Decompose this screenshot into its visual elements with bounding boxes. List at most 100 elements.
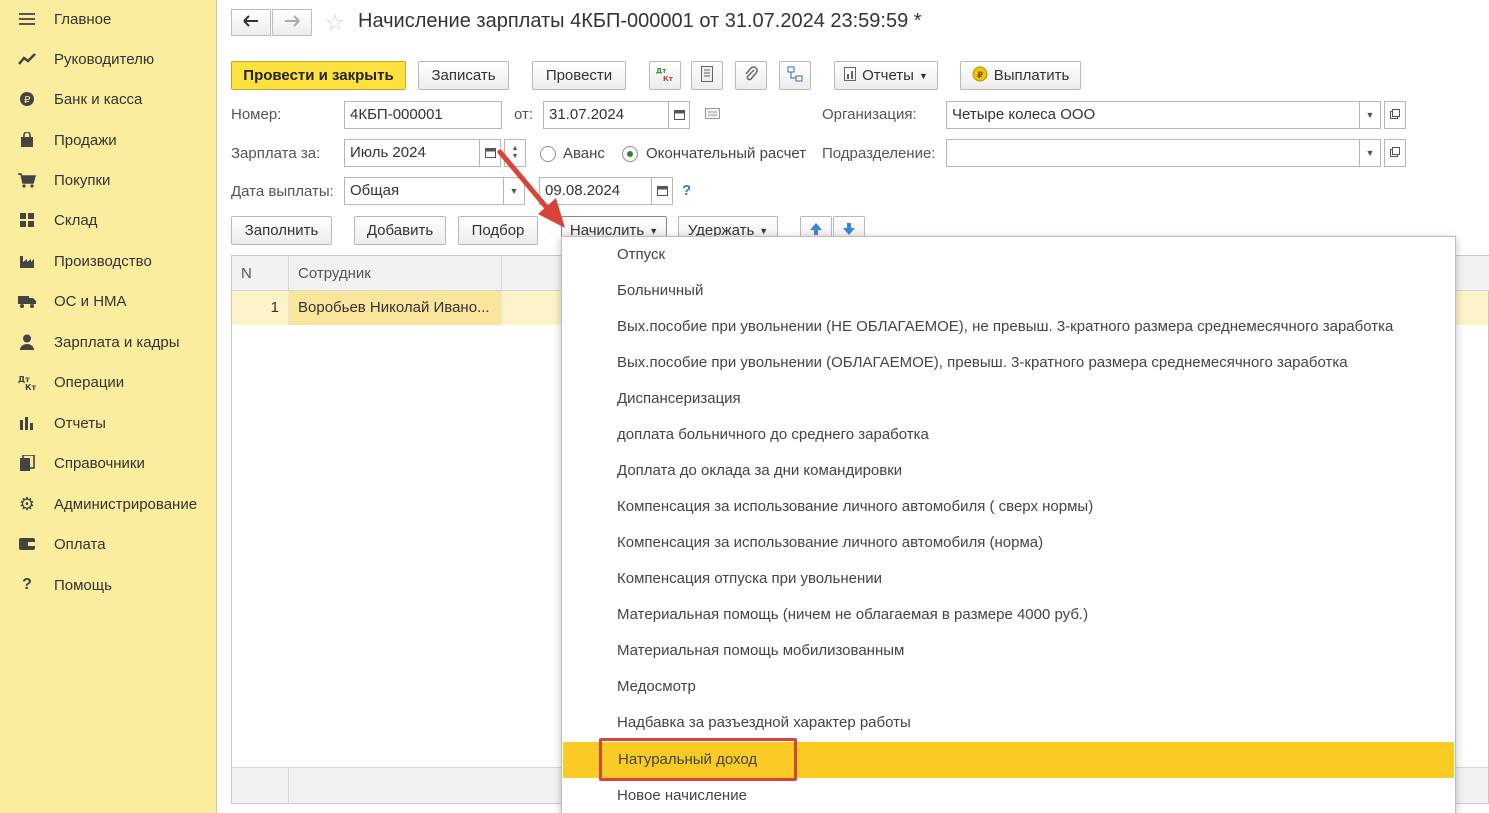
menu-item[interactable]: Новое начисление [562, 778, 1455, 813]
list-icon [701, 65, 713, 86]
sidebar-item-label: Операции [54, 373, 125, 391]
pay-date-mode-dropdown[interactable]: ▼ [503, 177, 525, 205]
dt-kt-button[interactable]: Дт Кт [649, 61, 681, 90]
pay-label: Выплатить [993, 67, 1070, 84]
department-field[interactable] [946, 139, 1360, 167]
sidebar-item-label: Помощь [54, 576, 112, 594]
sidebar-item-reports[interactable]: Отчеты [0, 404, 217, 442]
number-field[interactable]: 4КБП-000001 [344, 101, 502, 129]
sidebar-item-catalogs[interactable]: Справочники [0, 444, 217, 482]
pay-date-mode-field[interactable]: Общая [344, 177, 504, 205]
sidebar-item-label: Склад [54, 211, 98, 229]
organization-open-button[interactable] [1384, 101, 1406, 129]
factory-icon [18, 252, 36, 270]
paperclip-icon [743, 65, 759, 86]
sidebar-item-main[interactable]: Главное [0, 0, 217, 38]
save-button[interactable]: Записать [418, 61, 509, 90]
calendar-button[interactable] [668, 101, 690, 129]
period-stepper[interactable]: ▲ ▼ [504, 139, 526, 167]
final-settlement-label: Окончательный расчет [646, 145, 807, 162]
pay-date-field[interactable]: 09.08.2024 [539, 177, 652, 205]
menu-item[interactable]: Компенсация за использование личного авт… [562, 489, 1455, 525]
menu-item[interactable]: Компенсация отпуска при увольнении [562, 561, 1455, 597]
attach-button[interactable] [735, 61, 767, 90]
structure-button[interactable] [779, 61, 811, 90]
sidebar-item-operations[interactable]: Дт Кт Операции [0, 363, 217, 401]
sidebar-item-production[interactable]: Производство [0, 242, 217, 280]
reports-label: Отчеты [862, 67, 914, 84]
back-button[interactable] [231, 9, 271, 36]
organization-label: Организация: [822, 106, 917, 123]
help-question-icon[interactable]: ? [682, 182, 691, 199]
svg-text:Кт: Кт [25, 383, 36, 390]
sidebar-item-assets[interactable]: ОС и НМА [0, 282, 217, 320]
calendar-icon [484, 147, 496, 160]
document-list-button[interactable] [691, 61, 723, 90]
menu-item[interactable]: Компенсация за использование личного авт… [562, 525, 1455, 561]
menu-item[interactable]: Вых.пособие при увольнении (НЕ ОБЛАГАЕМО… [562, 309, 1455, 345]
chevron-down-icon: ▼ [1365, 148, 1375, 158]
svg-text:Дт: Дт [656, 67, 667, 75]
menu-item[interactable]: Материальная помощь (ничем не облагаемая… [562, 597, 1455, 633]
forward-button[interactable] [272, 9, 312, 36]
menu-item[interactable]: Доплата до оклада за дни командировки [562, 453, 1455, 489]
department-open-button[interactable] [1384, 139, 1406, 167]
sidebar-item-label: Покупки [54, 171, 111, 189]
arrow-left-icon [243, 14, 259, 31]
sidebar-item-sales[interactable]: Продажи [0, 121, 217, 159]
column-header-employee[interactable]: Сотрудник [289, 256, 502, 291]
chevron-down-icon: ▼ [918, 70, 928, 81]
dt-kt-icon: Дт Кт [18, 373, 36, 391]
add-button[interactable]: Добавить [354, 216, 446, 245]
sidebar-item-salary[interactable]: Зарплата и кадры [0, 323, 217, 361]
calendar-icon [673, 109, 685, 122]
sidebar-item-admin[interactable]: ⚙ Администрирование [0, 485, 217, 523]
menu-item[interactable]: Материальная помощь мобилизованным [562, 633, 1455, 669]
department-dropdown-button[interactable]: ▼ [1359, 139, 1381, 167]
menu-item[interactable]: Отпуск [562, 237, 1455, 273]
sidebar-item-payment[interactable]: Оплата [0, 525, 217, 563]
sidebar-item-help[interactable]: ? Помощь [0, 566, 217, 604]
date-field[interactable]: 31.07.2024 [543, 101, 669, 129]
pay-button[interactable]: ₽ Выплатить [960, 61, 1081, 90]
period-calendar-button[interactable] [479, 139, 501, 167]
salary-period-field[interactable]: Июль 2024 [344, 139, 480, 167]
pay-date-calendar-button[interactable] [651, 177, 673, 205]
warehouse-icon [18, 211, 36, 229]
page-title: Начисление зарплаты 4КБП-000001 от 31.07… [358, 10, 922, 32]
sidebar-item-bank[interactable]: ₽ Банк и касса [0, 80, 217, 118]
menu-item[interactable]: доплата больничного до среднего заработк… [562, 417, 1455, 453]
menu-item[interactable]: Медосмотр [562, 669, 1455, 705]
reports-button[interactable]: Отчеты ▼ [834, 61, 938, 90]
annotation-highlight-box [599, 738, 797, 781]
post-and-close-button[interactable]: Провести и закрыть [231, 61, 406, 90]
report-icon [844, 66, 857, 85]
sidebar-item-warehouse[interactable]: Склад [0, 201, 217, 239]
document-history-icon[interactable] [705, 107, 721, 124]
coin-icon: ₽ [18, 90, 36, 108]
menu-item[interactable]: Больничный [562, 273, 1455, 309]
organization-dropdown-button[interactable]: ▼ [1359, 101, 1381, 129]
menu-item[interactable]: Вых.пособие при увольнении (ОБЛАГАЕМОЕ),… [562, 345, 1455, 381]
truck-icon [18, 292, 36, 310]
salary-for-label: Зарплата за: [231, 145, 321, 162]
organization-field[interactable]: Четыре колеса ООО [946, 101, 1360, 129]
chevron-down-icon: ▼ [649, 225, 659, 236]
advance-radio[interactable] [540, 146, 556, 162]
pay-date-label: Дата выплаты: [231, 183, 334, 200]
date-from-label: от: [514, 106, 534, 123]
sidebar-item-label: Главное [54, 10, 112, 28]
menu-item[interactable]: Надбавка за разъездной характер работы [562, 705, 1455, 741]
fill-button[interactable]: Заполнить [231, 216, 332, 245]
sidebar-item-manager[interactable]: Руководителю [0, 40, 217, 78]
final-settlement-radio[interactable] [622, 146, 638, 162]
employee-cell[interactable]: Воробьев Николай Ивано... [289, 291, 502, 325]
menu-item[interactable]: Диспансеризация [562, 381, 1455, 417]
chevron-up-icon: ▲ [511, 145, 519, 152]
favorite-star-icon[interactable]: ☆ [325, 10, 345, 36]
column-header-n[interactable]: N [232, 256, 289, 291]
pick-button[interactable]: Подбор [458, 216, 538, 245]
post-button[interactable]: Провести [532, 61, 626, 90]
sidebar-item-purchases[interactable]: Покупки [0, 161, 217, 199]
wallet-icon [18, 535, 36, 553]
